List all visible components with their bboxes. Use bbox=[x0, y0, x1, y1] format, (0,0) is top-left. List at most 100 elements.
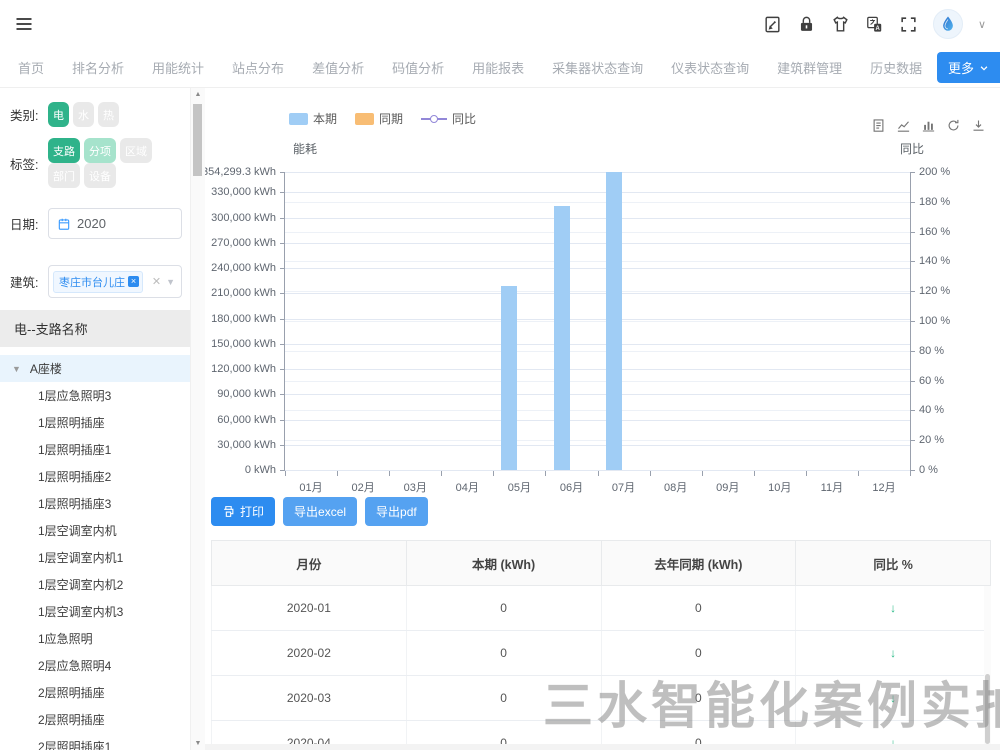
restore-icon[interactable] bbox=[946, 118, 961, 133]
x-axis-tick: 05月 bbox=[508, 479, 531, 495]
table-scrollbar-thumb[interactable] bbox=[985, 674, 990, 744]
tree-item[interactable]: 1层照明插座3 bbox=[0, 490, 190, 517]
tree-item[interactable]: 1层照明插座2 bbox=[0, 463, 190, 490]
left-axis-tick: 240,000 kWh bbox=[211, 262, 276, 274]
x-axis-tick: 11月 bbox=[821, 479, 843, 495]
download-icon[interactable] bbox=[971, 118, 986, 133]
right-axis-title: 同比 bbox=[900, 140, 924, 157]
tag-option-设备[interactable]: 设备 bbox=[84, 163, 116, 188]
legend-同期[interactable]: 同期 bbox=[355, 110, 403, 127]
print-button[interactable]: 打印 bbox=[211, 497, 275, 526]
left-axis-tick: 180,000 kWh bbox=[211, 313, 276, 325]
theme-shirt-icon[interactable] bbox=[831, 15, 850, 34]
tree-item[interactable]: 1层空调室内机3 bbox=[0, 598, 190, 625]
tab-仪表状态查询[interactable]: 仪表状态查询 bbox=[657, 48, 763, 87]
category-option-水[interactable]: 水 bbox=[73, 102, 94, 127]
cell-month: 2020-03 bbox=[212, 676, 407, 721]
chevron-down-icon[interactable]: ∨ bbox=[978, 18, 986, 31]
legend-同比[interactable]: 同比 bbox=[421, 110, 476, 127]
date-input[interactable]: 2020 bbox=[48, 208, 182, 239]
building-row: 建筑: 枣庄市台儿庄 × ✕ ▼ bbox=[10, 265, 190, 298]
right-axis-tick: 20 % bbox=[919, 434, 944, 446]
legend-line-symbol bbox=[421, 113, 447, 125]
more-button[interactable]: 更多 bbox=[937, 52, 1000, 83]
tree-item[interactable]: 2层应急照明4 bbox=[0, 652, 190, 679]
export-excel-button[interactable]: 导出excel bbox=[283, 497, 357, 526]
left-axis-tick: 120,000 kWh bbox=[211, 363, 276, 375]
tree-item[interactable]: 1层照明插座 bbox=[0, 409, 190, 436]
scroll-down-icon[interactable]: ▼ bbox=[191, 740, 205, 747]
category-option-电[interactable]: 电 bbox=[48, 102, 69, 127]
tab-站点分布[interactable]: 站点分布 bbox=[218, 48, 298, 87]
tag-option-支路[interactable]: 支路 bbox=[48, 138, 80, 163]
tree-item[interactable]: 2层照明插座 bbox=[0, 706, 190, 733]
tree-item[interactable]: 1层应急照明3 bbox=[0, 382, 190, 409]
tab-码值分析[interactable]: 码值分析 bbox=[378, 48, 458, 87]
tree-item[interactable]: 1层照明插座1 bbox=[0, 436, 190, 463]
x-axis-tick: 12月 bbox=[872, 479, 895, 495]
legend-label: 同期 bbox=[379, 110, 403, 127]
tab-用能统计[interactable]: 用能统计 bbox=[138, 48, 218, 87]
tab-排名分析[interactable]: 排名分析 bbox=[58, 48, 138, 87]
header-actions: A ∨ bbox=[763, 9, 986, 39]
x-axis-tick: 08月 bbox=[664, 479, 687, 495]
table-scrollbar[interactable] bbox=[984, 586, 991, 750]
logo-avatar[interactable] bbox=[933, 9, 963, 39]
tab-建筑群管理[interactable]: 建筑群管理 bbox=[763, 48, 856, 87]
cell-last-year: 0 bbox=[601, 676, 796, 721]
tab-采集器状态查询[interactable]: 采集器状态查询 bbox=[538, 48, 657, 87]
scroll-up-icon[interactable]: ▲ bbox=[191, 91, 205, 98]
scrollbar-thumb[interactable] bbox=[193, 104, 202, 176]
tab-首页[interactable]: 首页 bbox=[4, 48, 58, 87]
horizontal-scrollbar[interactable] bbox=[205, 744, 1000, 750]
translate-icon[interactable]: A bbox=[865, 15, 884, 34]
category-option-热[interactable]: 热 bbox=[98, 102, 119, 127]
tab-bar: 首页排名分析用能统计站点分布差值分析 码值分析用能报表采集器状态查询仪表状态查询建… bbox=[0, 48, 1000, 88]
sidebar-scrollbar[interactable]: ▲ ▼ bbox=[190, 88, 205, 750]
tag-close-icon[interactable]: × bbox=[128, 276, 139, 287]
tab-label: 码值分析 bbox=[392, 58, 444, 77]
bar-05月[interactable] bbox=[501, 286, 517, 470]
export-pdf-button[interactable]: 导出pdf bbox=[365, 497, 428, 526]
tree-item[interactable]: 1层空调室内机2 bbox=[0, 571, 190, 598]
data-view-icon[interactable] bbox=[871, 118, 886, 133]
tag-option-部门[interactable]: 部门 bbox=[48, 163, 80, 188]
tree-item[interactable]: 1层空调室内机 bbox=[0, 517, 190, 544]
tab-用能报表[interactable]: 用能报表 bbox=[458, 48, 538, 87]
tab-label: 排名分析 bbox=[72, 58, 124, 77]
right-axis-tick: 200 % bbox=[919, 166, 950, 178]
left-axis-tick: 60,000 kWh bbox=[217, 414, 276, 426]
tree-item[interactable]: 1应急照明 bbox=[0, 625, 190, 652]
clear-icon[interactable]: ✕ bbox=[152, 275, 161, 288]
menu-icon[interactable] bbox=[14, 14, 34, 34]
bar-06月[interactable] bbox=[554, 206, 570, 470]
tree-item[interactable]: 1层空调室内机1 bbox=[0, 544, 190, 571]
table-column-header: 月份 bbox=[212, 541, 407, 586]
tag-option-区域[interactable]: 区域 bbox=[120, 138, 152, 163]
building-select[interactable]: 枣庄市台儿庄 × ✕ ▼ bbox=[48, 265, 182, 298]
tab-label: 差值分析 bbox=[312, 58, 364, 77]
tab-差值分析[interactable]: 差值分析 bbox=[298, 48, 378, 87]
tags-label: 标签: bbox=[10, 154, 48, 173]
x-axis-tick: 10月 bbox=[768, 479, 791, 495]
left-axis-tick: 210,000 kWh bbox=[211, 287, 276, 299]
tree-caret-icon[interactable]: ▼ bbox=[12, 364, 21, 374]
legend-label: 同比 bbox=[452, 110, 476, 127]
tab-历史数据[interactable]: 历史数据 bbox=[856, 48, 936, 87]
cell-month: 2020-02 bbox=[212, 631, 407, 676]
tree-item[interactable]: 2层照明插座1 bbox=[0, 733, 190, 750]
tab-label: 仪表状态查询 bbox=[671, 58, 749, 77]
bar-07月[interactable] bbox=[606, 172, 622, 470]
legend-swatch bbox=[289, 113, 308, 125]
tag-option-分项[interactable]: 分项 bbox=[84, 138, 116, 163]
edit-note-icon[interactable] bbox=[763, 15, 782, 34]
right-axis-tick: 0 % bbox=[919, 464, 938, 476]
lock-icon[interactable] bbox=[797, 15, 816, 34]
bar-chart-icon[interactable] bbox=[921, 118, 936, 133]
fullscreen-icon[interactable] bbox=[899, 15, 918, 34]
legend-本期[interactable]: 本期 bbox=[289, 110, 337, 127]
tree-root-item[interactable]: ▼A座楼 bbox=[0, 355, 190, 382]
cell-current: 0 bbox=[406, 586, 601, 631]
tree-item[interactable]: 2层照明插座 bbox=[0, 679, 190, 706]
line-chart-icon[interactable] bbox=[896, 118, 911, 133]
